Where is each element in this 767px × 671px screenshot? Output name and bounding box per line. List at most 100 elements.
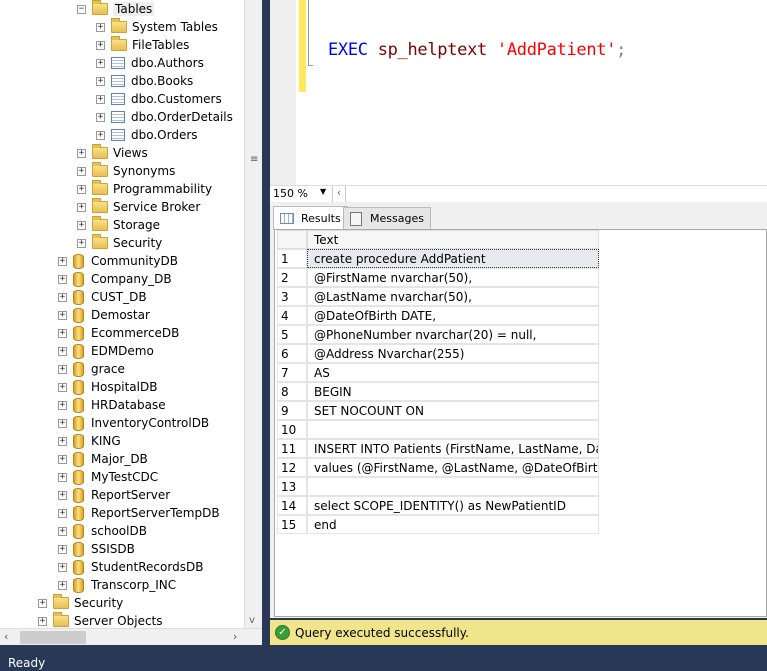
cell-text[interactable]: AS xyxy=(307,363,599,382)
expand-icon[interactable]: + xyxy=(38,616,47,626)
tree-node[interactable]: + Security xyxy=(77,234,162,252)
expand-icon[interactable]: + xyxy=(58,310,67,320)
tree-node[interactable]: + Service Broker xyxy=(77,198,200,216)
collapse-icon[interactable]: − xyxy=(77,4,86,14)
row-number[interactable]: 10 xyxy=(277,420,307,439)
scroll-thumb[interactable] xyxy=(20,631,86,644)
expand-icon[interactable]: + xyxy=(77,202,86,212)
expand-icon[interactable]: + xyxy=(58,472,67,482)
expand-icon[interactable]: + xyxy=(58,544,67,554)
cell-text[interactable]: @PhoneNumber nvarchar(20) = null, xyxy=(307,325,599,344)
table-row[interactable]: 1 create procedure AddPatient xyxy=(277,249,599,268)
tab-results[interactable]: Results xyxy=(273,206,348,230)
tree-node[interactable]: + Transcorp_INC xyxy=(58,576,176,594)
table-row[interactable]: 3 @LastName nvarchar(50), xyxy=(277,287,599,306)
table-row[interactable]: 13 xyxy=(277,477,599,496)
scroll-down-icon[interactable]: v xyxy=(249,615,255,626)
expand-icon[interactable]: + xyxy=(58,418,67,428)
cell-text[interactable]: @Address Nvarchar(255) xyxy=(307,344,599,363)
tree-node[interactable]: + EcommerceDB xyxy=(58,324,179,342)
tree-node[interactable]: + SSISDB xyxy=(58,540,135,558)
cell-text[interactable]: values (@FirstName, @LastName, @DateOfBi… xyxy=(307,458,599,477)
tree-node[interactable]: + System Tables xyxy=(96,18,218,36)
tab-messages[interactable]: Messages xyxy=(343,207,431,229)
scroll-left-icon[interactable]: ‹ xyxy=(332,186,346,203)
tree-node[interactable]: + FileTables xyxy=(96,36,189,54)
row-number[interactable]: 14 xyxy=(277,496,307,515)
expand-icon[interactable]: + xyxy=(58,292,67,302)
code-line[interactable]: EXEC sp_helptext 'AddPatient'; xyxy=(328,40,626,60)
cell-text[interactable]: @DateOfBirth DATE, xyxy=(307,306,599,325)
tree-node[interactable]: + dbo.Books xyxy=(96,72,193,90)
table-row[interactable]: 2 @FirstName nvarchar(50), xyxy=(277,268,599,287)
cell-text[interactable]: @LastName nvarchar(50), xyxy=(307,287,599,306)
expand-icon[interactable]: + xyxy=(58,490,67,500)
tree-node[interactable]: + HRDatabase xyxy=(58,396,166,414)
row-number[interactable]: 15 xyxy=(277,515,307,534)
tree-node[interactable]: + Demostar xyxy=(58,306,150,324)
expand-icon[interactable]: + xyxy=(77,166,86,176)
expand-icon[interactable]: + xyxy=(77,238,86,248)
tree-node[interactable]: + InventoryControlDB xyxy=(58,414,209,432)
expand-icon[interactable]: + xyxy=(96,22,105,32)
expand-icon[interactable]: + xyxy=(96,40,105,50)
tree-node[interactable]: + dbo.OrderDetails xyxy=(96,108,233,126)
tree-node[interactable]: + MyTestCDC xyxy=(58,468,158,486)
expand-icon[interactable]: + xyxy=(58,346,67,356)
expand-icon[interactable]: + xyxy=(58,256,67,266)
table-row[interactable]: 7 AS xyxy=(277,363,599,382)
tree-node[interactable]: + schoolDB xyxy=(58,522,147,540)
expand-icon[interactable]: + xyxy=(58,274,67,284)
cell-text[interactable]: create procedure AddPatient xyxy=(307,249,599,268)
table-row[interactable]: 6 @Address Nvarchar(255) xyxy=(277,344,599,363)
table-row[interactable]: 4 @DateOfBirth DATE, xyxy=(277,306,599,325)
tree-node[interactable]: + Synonyms xyxy=(77,162,175,180)
row-number[interactable]: 11 xyxy=(277,439,307,458)
table-row[interactable]: 9 SET NOCOUNT ON xyxy=(277,401,599,420)
expand-icon[interactable]: + xyxy=(96,76,105,86)
table-row[interactable]: 8 BEGIN xyxy=(277,382,599,401)
table-row[interactable]: 11 INSERT INTO Patients (FirstName, LastN… xyxy=(277,439,599,458)
chevron-down-icon[interactable]: ▼ xyxy=(320,187,326,196)
scroll-left-icon[interactable]: ‹ xyxy=(4,630,8,643)
tree-node[interactable]: + Views xyxy=(77,144,148,162)
column-header-text[interactable]: Text xyxy=(307,230,599,249)
tree-node[interactable]: + CommunityDB xyxy=(58,252,178,270)
tree-node[interactable]: + Major_DB xyxy=(58,450,148,468)
cell-text[interactable]: BEGIN xyxy=(307,382,599,401)
expand-icon[interactable]: + xyxy=(58,454,67,464)
expand-icon[interactable]: + xyxy=(77,184,86,194)
expand-icon[interactable]: + xyxy=(96,58,105,68)
expand-icon[interactable]: + xyxy=(58,364,67,374)
cell-text[interactable]: end xyxy=(307,515,599,534)
tree-node[interactable]: + CUST_DB xyxy=(58,288,147,306)
row-number[interactable]: 7 xyxy=(277,363,307,382)
row-number[interactable]: 6 xyxy=(277,344,307,363)
expand-icon[interactable]: + xyxy=(96,112,105,122)
tree-node[interactable]: + ReportServerTempDB xyxy=(58,504,220,522)
tree-node[interactable]: + Server Objects xyxy=(38,612,163,628)
expand-icon[interactable]: + xyxy=(58,328,67,338)
table-row[interactable]: 5 @PhoneNumber nvarchar(20) = null, xyxy=(277,325,599,344)
tree-node[interactable]: + grace xyxy=(58,360,125,378)
expand-icon[interactable]: + xyxy=(58,562,67,572)
cell-text[interactable]: SET NOCOUNT ON xyxy=(307,401,599,420)
results-grid[interactable]: Text 1 create procedure AddPatient 2 @First… xyxy=(274,229,767,617)
expand-icon[interactable]: + xyxy=(77,148,86,158)
expand-icon[interactable]: + xyxy=(58,508,67,518)
row-number[interactable]: 2 xyxy=(277,268,307,287)
row-number[interactable]: 1 xyxy=(277,249,307,268)
table-row[interactable]: 14 select SCOPE_IDENTITY() as NewPatientI… xyxy=(277,496,599,515)
tree-node[interactable]: + dbo.Authors xyxy=(96,54,204,72)
expand-icon[interactable]: + xyxy=(58,382,67,392)
tree-node[interactable]: + Programmability xyxy=(77,180,212,198)
cell-text[interactable]: select SCOPE_IDENTITY() as NewPatientID xyxy=(307,496,599,515)
row-number[interactable]: 5 xyxy=(277,325,307,344)
cell-text[interactable] xyxy=(307,420,599,439)
expand-icon[interactable]: + xyxy=(58,436,67,446)
scroll-right-icon[interactable]: › xyxy=(233,630,237,643)
expand-icon[interactable]: + xyxy=(96,94,105,104)
tree-node[interactable]: + Company_DB xyxy=(58,270,172,288)
tree-node[interactable]: + HospitalDB xyxy=(58,378,157,396)
table-row[interactable]: 15 end xyxy=(277,515,599,534)
